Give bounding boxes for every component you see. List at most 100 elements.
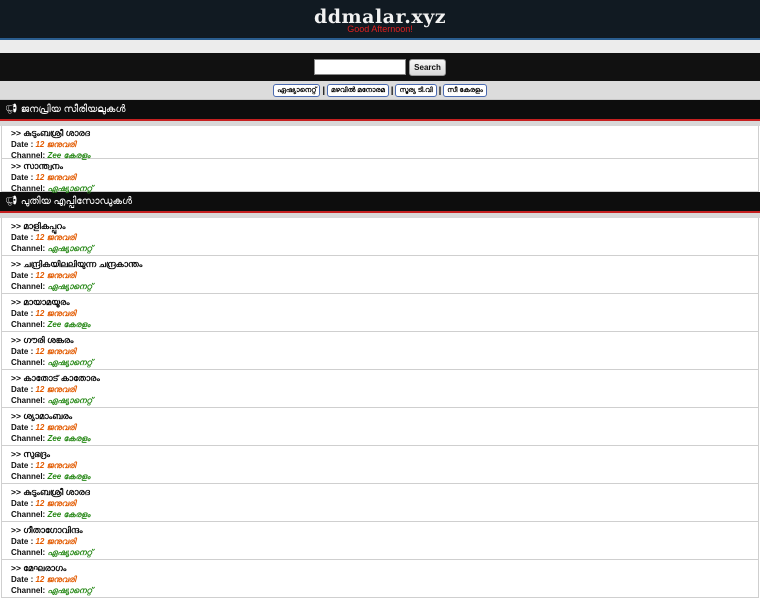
list-item[interactable]: >> മായാമയൂരം Date : 12 ജനുവരി Channel: Z… <box>1 294 759 332</box>
date-row: Date : 12 ജനുവരി <box>11 139 758 150</box>
channel-label: Channel: <box>11 320 46 329</box>
date-label: Date : <box>11 173 34 182</box>
list-item[interactable]: >> സാന്ത്വനം Date : 12 ജനുവരി Channel: ഏ… <box>1 159 759 193</box>
channel-label: Channel: <box>11 472 46 481</box>
search-input[interactable] <box>314 59 407 75</box>
header-spacer <box>0 40 760 53</box>
search-button[interactable]: Search <box>409 58 446 76</box>
date-row: Date : 12 ജനുവരി <box>11 460 758 471</box>
date-label: Date : <box>11 537 34 546</box>
date-value: 12 ജനുവരി <box>35 423 76 432</box>
list-item[interactable]: >> മാളികപ്പുറം Date : 12 ജനുവരി Channel:… <box>1 218 759 256</box>
serial-title-link[interactable]: >> കുടുംബശ്രീ ശാരദ <box>11 128 758 139</box>
channel-value: Zee കേരളം <box>47 320 91 329</box>
channel-label: Channel: <box>11 434 46 443</box>
latest-list: >> മാളികപ്പുറം Date : 12 ജനുവരി Channel:… <box>0 218 760 598</box>
date-value: 12 ജനുവരി <box>35 347 76 356</box>
channel-row: Channel: Zee കേരളം <box>11 319 758 330</box>
date-value: 12 ജനുവരി <box>35 461 76 470</box>
channel-row: Channel: ഏഷ്യാനെറ്റ് <box>11 281 758 292</box>
list-item[interactable]: >> ശ്യാമാംബരം Date : 12 ജനുവരി Channel: … <box>1 408 759 446</box>
channel-value: Zee കേരളം <box>47 510 91 519</box>
site-logo[interactable]: ddmalar.xyz <box>0 0 760 27</box>
serial-title-link[interactable]: >> ഗീതാഗോവിന്ദം <box>11 525 758 536</box>
date-label: Date : <box>11 140 34 149</box>
serial-title-link[interactable]: >> മേഘരാഗം <box>11 563 758 574</box>
channel-label: Channel: <box>11 510 46 519</box>
serial-title-link[interactable]: >> ചന്ദ്രികയിലലിയുന്ന ചന്ദ്രകാന്തം <box>11 259 758 270</box>
channel-row: Channel: Zee കേരളം <box>11 509 758 520</box>
date-value: 12 ജനുവരി <box>35 499 76 508</box>
channel-row: Channel: Zee കേരളം <box>11 433 758 444</box>
date-row: Date : 12 ജനുവരി <box>11 422 758 433</box>
channel-label: Channel: <box>11 282 46 291</box>
section-heading-popular: 📢︎ ജനപ്രിയ സീരിയലുകൾ <box>0 100 760 121</box>
list-item[interactable]: >> കുടുംബശ്രീ ശാരദ Date : 12 ജനുവരി Chan… <box>1 484 759 522</box>
channel-label: Channel: <box>11 548 46 557</box>
nav-separator: | <box>390 85 394 95</box>
date-row: Date : 12 ജനുവരി <box>11 384 758 395</box>
serial-title-link[interactable]: >> സാന്ത്വനം <box>11 161 758 172</box>
channel-nav: ഏഷ്യാനെറ്റ് | മഴവിൽ മനോരമ | സൂര്യ ടി.വി … <box>0 81 760 100</box>
date-label: Date : <box>11 575 34 584</box>
channel-row: Channel: Zee കേരളം <box>11 471 758 482</box>
date-row: Date : 12 ജനുവരി <box>11 232 758 243</box>
popular-list: >> കുടുംബശ്രീ ശാരദ Date : 12 ജനുവരി Chan… <box>0 126 760 193</box>
channel-link-zee-keralam[interactable]: സീ കേരളം <box>443 83 487 97</box>
list-item[interactable]: >> ഗൗരി ശങ്കരം Date : 12 ജനുവരി Channel:… <box>1 332 759 370</box>
channel-label: Channel: <box>11 396 46 405</box>
channel-link-surya-tv[interactable]: സൂര്യ ടി.വി <box>395 83 437 97</box>
date-value: 12 ജനുവരി <box>35 575 76 584</box>
list-item[interactable]: >> കുടുംബശ്രീ ശാരദ Date : 12 ജനുവരി Chan… <box>1 126 759 160</box>
date-value: 12 ജനുവരി <box>35 537 76 546</box>
date-label: Date : <box>11 347 34 356</box>
date-label: Date : <box>11 271 34 280</box>
list-item[interactable]: >> കാതോട് കാതോരം Date : 12 ജനുവരി Channe… <box>1 370 759 408</box>
search-bar: Search <box>0 53 760 81</box>
serial-title-link[interactable]: >> മായാമയൂരം <box>11 297 758 308</box>
serial-title-link[interactable]: >> കുടുംബശ്രീ ശാരദ <box>11 487 758 498</box>
channel-value: Zee കേരളം <box>47 472 91 481</box>
channel-value: ഏഷ്യാനെറ്റ് <box>47 282 93 291</box>
megaphone-icon: 📢︎ <box>5 196 18 207</box>
date-row: Date : 12 ജനുവരി <box>11 498 758 509</box>
list-item[interactable]: >> ചന്ദ്രികയിലലിയുന്ന ചന്ദ്രകാന്തം Date … <box>1 256 759 294</box>
serial-title-link[interactable]: >> കാതോട് കാതോരം <box>11 373 758 384</box>
channel-row: Channel: ഏഷ്യാനെറ്റ് <box>11 357 758 368</box>
date-value: 12 ജനുവരി <box>35 309 76 318</box>
date-label: Date : <box>11 423 34 432</box>
channel-value: ഏഷ്യാനെറ്റ് <box>47 586 93 595</box>
channel-link-asianet[interactable]: ഏഷ്യാനെറ്റ് <box>273 83 321 97</box>
section-heading-latest: 📢︎ പുതിയ എപ്പിസോഡുകൾ <box>0 192 760 213</box>
section-title: ജനപ്രിയ സീരിയലുകൾ <box>20 104 126 115</box>
date-value: 12 ജനുവരി <box>35 233 76 242</box>
date-row: Date : 12 ജനുവരി <box>11 346 758 357</box>
serial-title-link[interactable]: >> മാളികപ്പുറം <box>11 221 758 232</box>
channel-value: Zee കേരളം <box>47 151 91 160</box>
date-value: 12 ജനുവരി <box>35 140 76 149</box>
channel-label: Channel: <box>11 358 46 367</box>
serial-title-link[interactable]: >> ശ്യാമാംബരം <box>11 411 758 422</box>
date-label: Date : <box>11 309 34 318</box>
channel-value: ഏഷ്യാനെറ്റ് <box>47 396 93 405</box>
date-row: Date : 12 ജനുവരി <box>11 574 758 585</box>
channel-value: ഏഷ്യാനെറ്റ് <box>47 358 93 367</box>
date-label: Date : <box>11 385 34 394</box>
date-row: Date : 12 ജനുവരി <box>11 536 758 547</box>
channel-link-mazhavil-manorama[interactable]: മഴവിൽ മനോരമ <box>327 83 389 97</box>
list-item[interactable]: >> ഗീതാഗോവിന്ദം Date : 12 ജനുവരി Channel… <box>1 522 759 560</box>
date-label: Date : <box>11 499 34 508</box>
nav-separator: | <box>322 85 326 95</box>
channel-row: Channel: ഏഷ്യാനെറ്റ് <box>11 547 758 558</box>
channel-label: Channel: <box>11 244 46 253</box>
site-header: ddmalar.xyz Good Afternoon! <box>0 0 760 40</box>
list-item[interactable]: >> സുഭദ്രം Date : 12 ജനുവരി Channel: Zee… <box>1 446 759 484</box>
date-label: Date : <box>11 461 34 470</box>
list-item[interactable]: >> മേഘരാഗം Date : 12 ജനുവരി Channel: ഏഷ്… <box>1 560 759 598</box>
date-label: Date : <box>11 233 34 242</box>
greeting-text: Good Afternoon! <box>347 24 413 34</box>
channel-row: Channel: ഏഷ്യാനെറ്റ് <box>11 585 758 596</box>
date-row: Date : 12 ജനുവരി <box>11 270 758 281</box>
serial-title-link[interactable]: >> ഗൗരി ശങ്കരം <box>11 335 758 346</box>
serial-title-link[interactable]: >> സുഭദ്രം <box>11 449 758 460</box>
